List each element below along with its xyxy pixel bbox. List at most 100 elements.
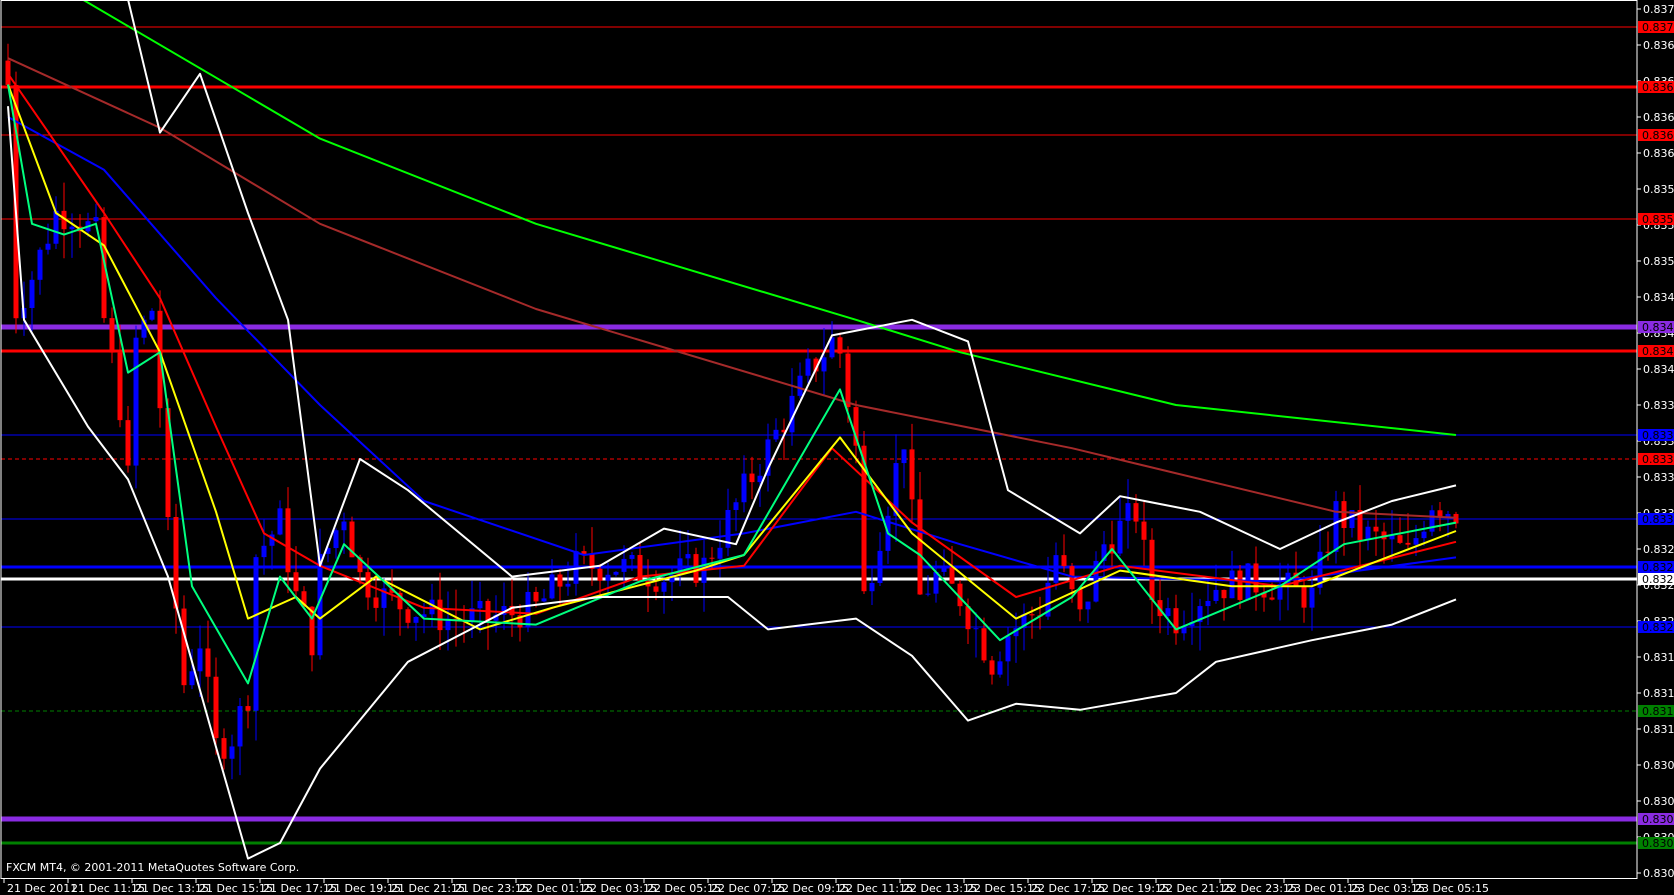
candle-body (533, 591, 539, 602)
level-label: 0.83250 (1642, 573, 1674, 586)
candle-body (189, 671, 195, 686)
candle-body (869, 582, 875, 592)
price-tick-label: 0.83605 (1643, 147, 1674, 160)
candle-body (1373, 526, 1379, 532)
time-tick-label: 21 Dec 2011 (7, 882, 77, 895)
candle-body (37, 249, 43, 280)
price-chart[interactable]: 0.837250.836950.836650.836350.836050.835… (0, 0, 1674, 895)
candle-body (997, 661, 1003, 675)
level-label: 0.83140 (1642, 705, 1674, 718)
candle-body (1333, 501, 1339, 552)
candle-body (333, 530, 339, 549)
time-tick-label: 22 Dec 11:15 (839, 882, 913, 895)
candle-body (573, 551, 579, 584)
time-tick-label: 22 Dec 15:15 (967, 882, 1041, 895)
candle-body (261, 545, 267, 558)
candle-body (29, 279, 35, 308)
price-tick-label: 0.83725 (1643, 3, 1674, 16)
candle-body (405, 609, 411, 623)
candle-body (69, 226, 75, 230)
candle-body (621, 558, 627, 572)
candle-body (773, 429, 779, 440)
candle-body (565, 583, 571, 587)
time-tick-label: 22 Dec 21:15 (1159, 882, 1233, 895)
candle-body (293, 572, 299, 592)
price-tick-label: 0.83065 (1643, 795, 1674, 808)
candle-body (1117, 520, 1123, 554)
candle-body (125, 420, 131, 466)
price-tick-label: 0.83485 (1643, 291, 1674, 304)
price-tick-label: 0.83425 (1643, 363, 1674, 376)
candle-body (181, 608, 187, 686)
candle-body (45, 243, 51, 250)
candle-body (1341, 501, 1347, 529)
candle-body (605, 574, 611, 581)
candle-body (173, 517, 179, 609)
time-tick-label: 21 Dec 23:15 (455, 882, 529, 895)
candle-body (1309, 587, 1315, 608)
price-tick-label: 0.83695 (1643, 39, 1674, 52)
candle-body (5, 60, 11, 85)
candle-body (277, 508, 283, 535)
level-label: 0.83210 (1642, 621, 1674, 634)
candle-body (149, 310, 155, 320)
candle-body (1269, 597, 1275, 600)
price-tick-label: 0.83395 (1643, 399, 1674, 412)
candle-body (909, 449, 915, 500)
candle-body (1029, 614, 1035, 616)
candle-body (1125, 503, 1131, 521)
candle-body (1397, 535, 1403, 543)
candle-body (1421, 531, 1427, 539)
candle-body (965, 606, 971, 630)
candle-body (733, 502, 739, 510)
candle-body (877, 550, 883, 583)
candle-body (973, 628, 979, 630)
candle-body (1077, 589, 1083, 610)
candle-body (133, 337, 139, 466)
candle-body (1253, 563, 1259, 593)
candle-body (949, 567, 955, 584)
candle-body (1069, 566, 1075, 590)
candle-body (1301, 585, 1307, 608)
candle-body (821, 357, 827, 372)
time-tick-label: 21 Dec 15:15 (199, 882, 273, 895)
price-tick-label: 0.83275 (1643, 543, 1674, 556)
time-tick-label: 21 Dec 11:15 (71, 882, 145, 895)
price-tick-label: 0.83155 (1643, 687, 1674, 700)
time-tick-label: 22 Dec 03:15 (583, 882, 657, 895)
copyright-text: FXCM MT4, © 2001-2011 MetaQuotes Softwar… (6, 861, 300, 874)
time-tick-label: 22 Dec 17:15 (1031, 882, 1105, 895)
time-tick-label: 21 Dec 17:15 (263, 882, 337, 895)
candle-body (1085, 601, 1091, 610)
candle (133, 325, 139, 489)
candle-body (1005, 636, 1011, 662)
time-tick-label: 23 Dec 05:15 (1415, 882, 1489, 895)
level-label: 0.83710 (1642, 21, 1674, 34)
level-label: 0.83050 (1642, 813, 1674, 826)
time-tick-label: 22 Dec 07:15 (711, 882, 785, 895)
time-tick-label: 21 Dec 19:15 (327, 882, 401, 895)
time-tick-label: 23 Dec 03:15 (1351, 882, 1425, 895)
time-tick-label: 22 Dec 01:15 (519, 882, 593, 895)
candle-body (805, 358, 811, 376)
time-tick-label: 22 Dec 05:15 (647, 882, 721, 895)
level-label: 0.83440 (1642, 345, 1674, 358)
level-label: 0.83550 (1642, 213, 1674, 226)
candle-body (477, 600, 483, 609)
chart-background (0, 0, 1674, 895)
candle-body (541, 598, 547, 602)
candle-body (709, 557, 715, 559)
time-tick-label: 22 Dec 13:15 (903, 882, 977, 895)
time-tick-label: 22 Dec 19:15 (1095, 882, 1169, 895)
candle-body (741, 473, 747, 503)
level-label: 0.83460 (1642, 321, 1674, 334)
candle-body (629, 554, 635, 559)
candle-body (1133, 503, 1139, 522)
candle-body (597, 568, 603, 581)
candle-body (245, 706, 251, 711)
candle-body (1165, 608, 1171, 617)
candle-body (285, 508, 291, 573)
candle-body (93, 217, 99, 222)
level-label: 0.83030 (1642, 837, 1674, 850)
candle-body (1365, 526, 1371, 541)
